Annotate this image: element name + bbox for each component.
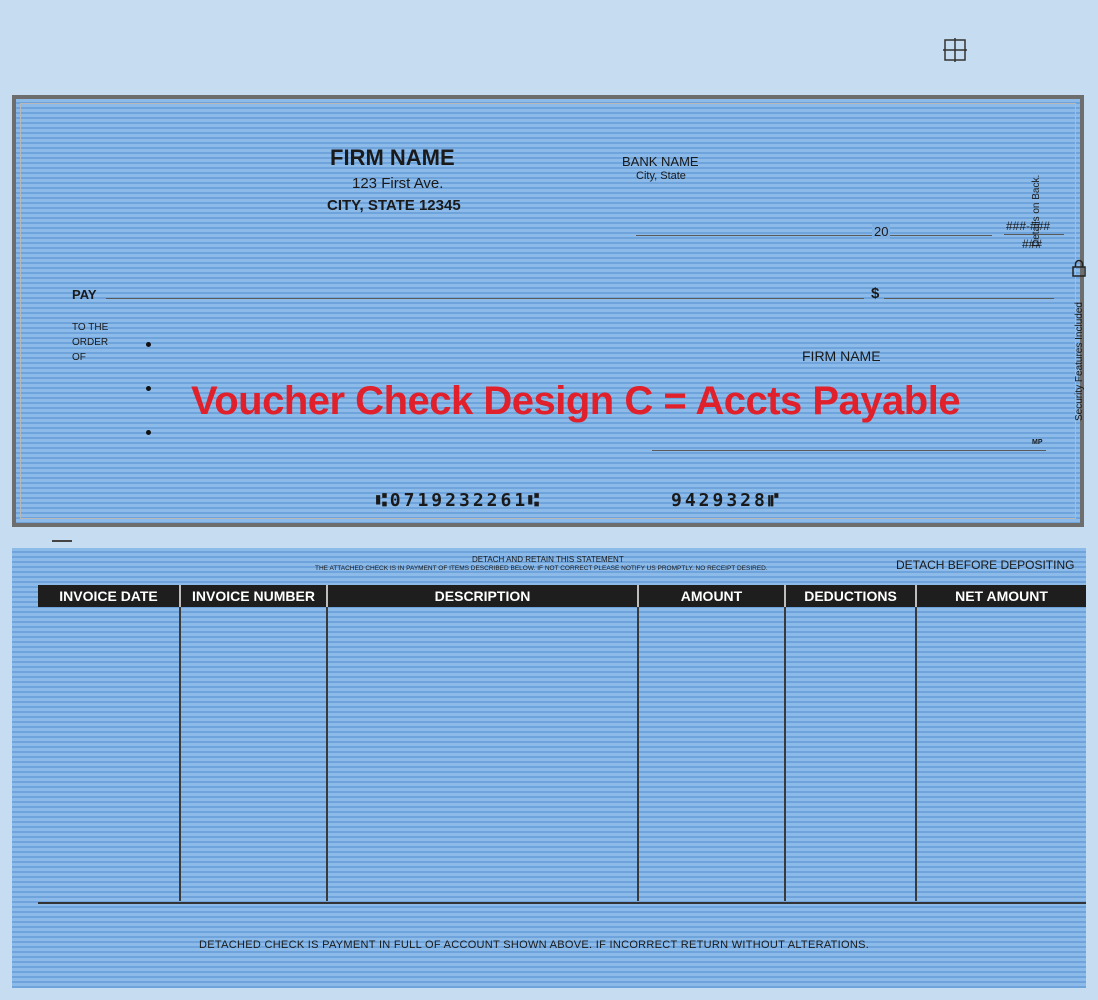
fraction-top: ###-### xyxy=(1006,219,1051,233)
firm-address: 123 First Ave. xyxy=(352,175,444,192)
signature-line xyxy=(652,450,1046,451)
mp-mark: MP xyxy=(1032,439,1043,446)
bank-city-state: City, State xyxy=(636,170,686,182)
detach-statement-title: DETACH AND RETAIN THIS STATEMENT xyxy=(472,555,624,564)
firm-name: FIRM NAME xyxy=(330,145,455,170)
table-row xyxy=(38,607,1086,901)
dollar-sign: $ xyxy=(871,285,880,302)
invoice-table: INVOICE DATE INVOICE NUMBER DESCRIPTION … xyxy=(38,585,1086,901)
table-cell xyxy=(784,607,916,901)
detach-before-depositing: DETACH BEFORE DEPOSITING xyxy=(896,558,1075,572)
pay-line xyxy=(106,298,864,299)
column-header-deductions: DEDUCTIONS xyxy=(784,585,916,607)
voucher-footer-text: DETACHED CHECK IS PAYMENT IN FULL OF ACC… xyxy=(199,939,870,951)
crop-mark-icon xyxy=(943,38,967,62)
to-the-label: TO THE xyxy=(72,322,109,333)
address-bullet xyxy=(146,430,151,435)
micr-routing-number: ⑆0719232261⑆ xyxy=(376,490,542,511)
perforation-mark xyxy=(52,540,72,542)
address-bullet xyxy=(146,342,151,347)
pay-label: PAY xyxy=(72,287,97,302)
column-header-net-amount: NET AMOUNT xyxy=(915,585,1086,607)
table-cell xyxy=(915,607,1086,901)
signature-firm-name: FIRM NAME xyxy=(802,348,881,364)
address-bullet xyxy=(146,386,151,391)
column-header-invoice-date: INVOICE DATE xyxy=(38,585,180,607)
date-line xyxy=(636,235,992,236)
column-header-invoice-number: INVOICE NUMBER xyxy=(179,585,327,607)
voucher-stub: DETACH AND RETAIN THIS STATEMENT THE ATT… xyxy=(12,548,1086,988)
of-label: OF xyxy=(72,352,86,363)
check-body: FIRM NAME 123 First Ave. CITY, STATE 123… xyxy=(12,95,1086,527)
detach-statement-subtitle: THE ATTACHED CHECK IS IN PAYMENT OF ITEM… xyxy=(315,565,768,572)
table-cell xyxy=(326,607,638,901)
table-bottom-rule xyxy=(38,902,1086,904)
column-header-description: DESCRIPTION xyxy=(326,585,638,607)
table-cell xyxy=(38,607,180,901)
side-text-details: Details on Back. xyxy=(1031,174,1042,247)
overlay-title: Voucher Check Design C = Accts Payable xyxy=(191,379,961,423)
column-header-amount: AMOUNT xyxy=(637,585,785,607)
bank-name: BANK NAME xyxy=(622,154,699,169)
date-year-label: 20 xyxy=(872,224,891,239)
side-text-security: Security Features Included xyxy=(1074,302,1085,421)
micr-account-number: 9429328⑈ xyxy=(671,490,782,511)
table-cell xyxy=(179,607,327,901)
order-label: ORDER xyxy=(72,337,109,348)
firm-city-state: CITY, STATE 12345 xyxy=(327,197,461,214)
padlock-icon xyxy=(1072,259,1086,277)
table-header-row: INVOICE DATE INVOICE NUMBER DESCRIPTION … xyxy=(38,585,1086,607)
amount-line xyxy=(884,298,1054,299)
table-cell xyxy=(637,607,785,901)
